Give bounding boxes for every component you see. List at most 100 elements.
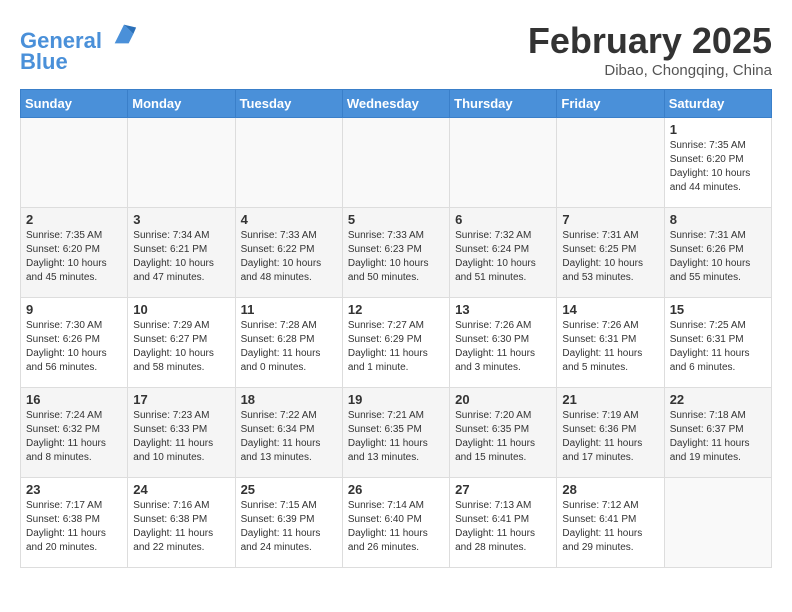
- day-info: Sunrise: 7:22 AMSunset: 6:34 PMDaylight:…: [241, 409, 337, 465]
- day-number: 8: [670, 212, 766, 227]
- day-number: 12: [348, 302, 444, 317]
- day-info: Sunrise: 7:13 AMSunset: 6:41 PMDaylight:…: [455, 499, 551, 555]
- day-info: Sunrise: 7:30 AMSunset: 6:26 PMDaylight:…: [26, 319, 122, 375]
- day-info: Sunrise: 7:16 AMSunset: 6:38 PMDaylight:…: [133, 499, 229, 555]
- day-number: 13: [455, 302, 551, 317]
- calendar-cell: 14 Sunrise: 7:26 AMSunset: 6:31 PMDayligh…: [557, 298, 664, 388]
- calendar-cell: 24 Sunrise: 7:16 AMSunset: 6:38 PMDayligh…: [128, 478, 235, 568]
- month-title: February 2025: [528, 20, 772, 62]
- calendar-cell: 15 Sunrise: 7:25 AMSunset: 6:31 PMDayligh…: [664, 298, 771, 388]
- day-number: 17: [133, 392, 229, 407]
- calendar-cell: 27 Sunrise: 7:13 AMSunset: 6:41 PMDayligh…: [450, 478, 557, 568]
- calendar-cell: 28 Sunrise: 7:12 AMSunset: 6:41 PMDayligh…: [557, 478, 664, 568]
- calendar-cell: 5Sunrise: 7:33 AMSunset: 6:23 PMDaylight…: [342, 208, 449, 298]
- calendar-cell: 23 Sunrise: 7:17 AMSunset: 6:38 PMDayligh…: [21, 478, 128, 568]
- calendar-cell: [21, 118, 128, 208]
- day-info: Sunrise: 7:21 AMSunset: 6:35 PMDaylight:…: [348, 409, 444, 465]
- calendar-week-row: 23 Sunrise: 7:17 AMSunset: 6:38 PMDayligh…: [21, 478, 772, 568]
- day-number: 14: [562, 302, 658, 317]
- day-info: Sunrise: 7:20 AMSunset: 6:35 PMDaylight:…: [455, 409, 551, 465]
- day-number: 11: [241, 302, 337, 317]
- calendar-week-row: 2 Sunrise: 7:35 AMSunset: 6:20 PMDaylight…: [21, 208, 772, 298]
- day-number: 24: [133, 482, 229, 497]
- calendar-cell: 25 Sunrise: 7:15 AMSunset: 6:39 PMDayligh…: [235, 478, 342, 568]
- day-number: 19: [348, 392, 444, 407]
- location-subtitle: Dibao, Chongqing, China: [528, 62, 772, 79]
- day-info: Sunrise: 7:31 AMSunset: 6:26 PMDaylight:…: [670, 229, 766, 285]
- weekday-header-wednesday: Wednesday: [342, 90, 449, 118]
- day-info: Sunrise: 7:15 AMSunset: 6:39 PMDaylight:…: [241, 499, 337, 555]
- calendar-cell: 2 Sunrise: 7:35 AMSunset: 6:20 PMDaylight…: [21, 208, 128, 298]
- calendar-cell: 4 Sunrise: 7:33 AMSunset: 6:22 PMDaylight…: [235, 208, 342, 298]
- day-number: 28: [562, 482, 658, 497]
- calendar-cell: 12 Sunrise: 7:27 AMSunset: 6:29 PMDayligh…: [342, 298, 449, 388]
- calendar-cell: 8 Sunrise: 7:31 AMSunset: 6:26 PMDaylight…: [664, 208, 771, 298]
- calendar-cell: 9 Sunrise: 7:30 AMSunset: 6:26 PMDaylight…: [21, 298, 128, 388]
- day-info: Sunrise: 7:35 AMSunset: 6:20 PMDaylight:…: [26, 229, 122, 285]
- weekday-header-friday: Friday: [557, 90, 664, 118]
- calendar-cell: 22 Sunrise: 7:18 AMSunset: 6:37 PMDayligh…: [664, 388, 771, 478]
- day-info: Sunrise: 7:26 AMSunset: 6:30 PMDaylight:…: [455, 319, 551, 375]
- day-number: 2: [26, 212, 122, 227]
- calendar-cell: [557, 118, 664, 208]
- weekday-header-saturday: Saturday: [664, 90, 771, 118]
- day-info: Sunrise: 7:32 AMSunset: 6:24 PMDaylight:…: [455, 229, 551, 285]
- day-info: Sunrise: 7:14 AMSunset: 6:40 PMDaylight:…: [348, 499, 444, 555]
- calendar-week-row: 16 Sunrise: 7:24 AMSunset: 6:32 PMDayligh…: [21, 388, 772, 478]
- day-info: Sunrise: 7:17 AMSunset: 6:38 PMDaylight:…: [26, 499, 122, 555]
- day-info: Sunrise: 7:27 AMSunset: 6:29 PMDaylight:…: [348, 319, 444, 375]
- day-number: 27: [455, 482, 551, 497]
- day-number: 25: [241, 482, 337, 497]
- day-number: 6: [455, 212, 551, 227]
- day-info: Sunrise: 7:23 AMSunset: 6:33 PMDaylight:…: [133, 409, 229, 465]
- weekday-header-tuesday: Tuesday: [235, 90, 342, 118]
- calendar-cell: [342, 118, 449, 208]
- day-info: Sunrise: 7:18 AMSunset: 6:37 PMDaylight:…: [670, 409, 766, 465]
- day-number: 26: [348, 482, 444, 497]
- day-info: Sunrise: 7:12 AMSunset: 6:41 PMDaylight:…: [562, 499, 658, 555]
- calendar-week-row: 1 Sunrise: 7:35 AMSunset: 6:20 PMDaylight…: [21, 118, 772, 208]
- weekday-header-sunday: Sunday: [21, 90, 128, 118]
- logo: General Blue: [20, 20, 138, 75]
- day-number: 7: [562, 212, 658, 227]
- calendar-cell: 26 Sunrise: 7:14 AMSunset: 6:40 PMDayligh…: [342, 478, 449, 568]
- day-number: 16: [26, 392, 122, 407]
- calendar-cell: 6 Sunrise: 7:32 AMSunset: 6:24 PMDaylight…: [450, 208, 557, 298]
- day-number: 23: [26, 482, 122, 497]
- calendar-cell: 18Sunrise: 7:22 AMSunset: 6:34 PMDayligh…: [235, 388, 342, 478]
- day-number: 21: [562, 392, 658, 407]
- day-info: Sunrise: 7:28 AMSunset: 6:28 PMDaylight:…: [241, 319, 337, 375]
- day-number: 10: [133, 302, 229, 317]
- calendar-cell: [450, 118, 557, 208]
- calendar-cell: 10 Sunrise: 7:29 AMSunset: 6:27 PMDayligh…: [128, 298, 235, 388]
- day-number: 15: [670, 302, 766, 317]
- calendar-cell: 11 Sunrise: 7:28 AMSunset: 6:28 PMDayligh…: [235, 298, 342, 388]
- day-info: Sunrise: 7:19 AMSunset: 6:36 PMDaylight:…: [562, 409, 658, 465]
- logo-icon: [110, 20, 138, 48]
- day-info: Sunrise: 7:33 AMSunset: 6:22 PMDaylight:…: [241, 229, 337, 285]
- day-info: Sunrise: 7:34 AMSunset: 6:21 PMDaylight:…: [133, 229, 229, 285]
- day-number: 22: [670, 392, 766, 407]
- page-header: General Blue February 2025 Dibao, Chongq…: [20, 20, 772, 79]
- weekday-header-row: SundayMondayTuesdayWednesdayThursdayFrid…: [21, 90, 772, 118]
- calendar-week-row: 9 Sunrise: 7:30 AMSunset: 6:26 PMDaylight…: [21, 298, 772, 388]
- day-number: 1: [670, 122, 766, 137]
- day-number: 5: [348, 212, 444, 227]
- day-number: 3: [133, 212, 229, 227]
- weekday-header-thursday: Thursday: [450, 90, 557, 118]
- title-block: February 2025 Dibao, Chongqing, China: [528, 20, 772, 79]
- calendar-cell: [664, 478, 771, 568]
- day-info: Sunrise: 7:31 AMSunset: 6:25 PMDaylight:…: [562, 229, 658, 285]
- day-info: Sunrise: 7:25 AMSunset: 6:31 PMDaylight:…: [670, 319, 766, 375]
- day-info: Sunrise: 7:24 AMSunset: 6:32 PMDaylight:…: [26, 409, 122, 465]
- day-number: 9: [26, 302, 122, 317]
- day-number: 4: [241, 212, 337, 227]
- calendar-cell: [235, 118, 342, 208]
- calendar-cell: 16 Sunrise: 7:24 AMSunset: 6:32 PMDayligh…: [21, 388, 128, 478]
- day-info: Sunrise: 7:26 AMSunset: 6:31 PMDaylight:…: [562, 319, 658, 375]
- day-info: Sunrise: 7:29 AMSunset: 6:27 PMDaylight:…: [133, 319, 229, 375]
- calendar-cell: [128, 118, 235, 208]
- day-info: Sunrise: 7:35 AMSunset: 6:20 PMDaylight:…: [670, 139, 766, 195]
- calendar-cell: 20Sunrise: 7:20 AMSunset: 6:35 PMDayligh…: [450, 388, 557, 478]
- calendar-cell: 7 Sunrise: 7:31 AMSunset: 6:25 PMDaylight…: [557, 208, 664, 298]
